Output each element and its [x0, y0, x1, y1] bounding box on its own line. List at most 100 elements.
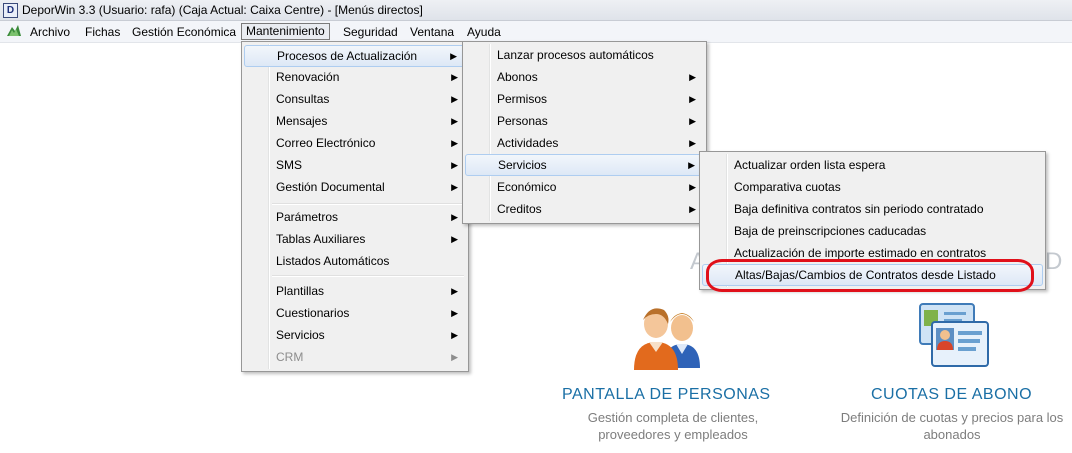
menu-gestion-economica[interactable]: Gestión Económica — [128, 24, 240, 40]
menu-item-label: Baja de preinscripciones caducadas — [734, 224, 927, 238]
menu-item-permisos[interactable]: Permisos ▶ — [465, 88, 704, 110]
tile-desc-line: Definición de cuotas y precios para los — [840, 410, 1064, 425]
submenu-arrow-icon: ▶ — [451, 138, 458, 148]
submenu-arrow-icon: ▶ — [688, 160, 695, 170]
menu-item-label: Servicios — [276, 328, 325, 342]
app-icon: D — [3, 3, 18, 18]
menu-item-personas[interactable]: Personas ▶ — [465, 110, 704, 132]
submenu-arrow-icon: ▶ — [689, 116, 696, 126]
menu-item-tablas-auxiliares[interactable]: Tablas Auxiliares ▶ — [244, 228, 466, 250]
menu-item-label: Plantillas — [276, 284, 325, 298]
submenu-arrow-icon: ▶ — [451, 286, 458, 296]
menu-seguridad[interactable]: Seguridad — [339, 24, 402, 40]
submenu-arrow-icon: ▶ — [689, 94, 696, 104]
submenu-arrow-icon: ▶ — [451, 116, 458, 126]
submenu-arrow-icon: ▶ — [451, 308, 458, 318]
people-icon[interactable] — [630, 298, 706, 372]
menu-item-label: Baja definitiva contratos sin periodo co… — [734, 202, 984, 216]
menu-item-label: Comparativa cuotas — [734, 180, 841, 194]
submenu-arrow-icon: ▶ — [451, 160, 458, 170]
menu-separator — [272, 275, 464, 277]
submenu-arrow-icon: ▶ — [451, 72, 458, 82]
id-cards-icon[interactable] — [916, 302, 992, 374]
procesos-actualizacion-submenu: Lanzar procesos automáticos Abonos ▶ Per… — [462, 41, 707, 224]
menu-fichas[interactable]: Fichas — [81, 24, 124, 40]
menu-item-label: Consultas — [276, 92, 330, 106]
menu-item-consultas[interactable]: Consultas ▶ — [244, 88, 466, 110]
menu-item-label: Listados Automáticos — [276, 254, 390, 268]
window-title: DeporWin 3.3 (Usuario: rafa) (Caja Actua… — [22, 3, 423, 17]
submenu-arrow-icon: ▶ — [451, 94, 458, 104]
mantenimiento-menu: Procesos de Actualización ▶ Renovación ▶… — [241, 41, 469, 372]
menu-item-economico[interactable]: Económico ▶ — [465, 176, 704, 198]
menu-separator — [272, 203, 464, 205]
submenu-arrow-icon: ▶ — [689, 72, 696, 82]
title-bar: D DeporWin 3.3 (Usuario: rafa) (Caja Act… — [0, 0, 1072, 21]
menu-item-label: Abonos — [497, 70, 538, 84]
menu-item-crm: CRM ▶ — [244, 346, 466, 368]
submenu-arrow-icon: ▶ — [451, 212, 458, 222]
menu-item-abonos[interactable]: Abonos ▶ — [465, 66, 704, 88]
tile-title-cuotas[interactable]: CUOTAS DE ABONO — [871, 386, 1032, 404]
menu-item-procesos-actualizacion[interactable]: Procesos de Actualización ▶ — [244, 45, 466, 67]
menu-item-correo-electronico[interactable]: Correo Electrónico ▶ — [244, 132, 466, 154]
menu-item-actividades[interactable]: Actividades ▶ — [465, 132, 704, 154]
tile-desc-line: proveedores y empleados — [598, 427, 748, 442]
menu-item-label: Parámetros — [276, 210, 339, 224]
menu-ventana[interactable]: Ventana — [406, 24, 458, 40]
menu-item-label: Gestión Documental — [276, 180, 385, 194]
menu-item-label: Actividades — [497, 136, 559, 150]
menu-item-label: Creditos — [497, 202, 542, 216]
menu-item-sms[interactable]: SMS ▶ — [244, 154, 466, 176]
tile-desc-line: abonados — [923, 427, 981, 442]
submenu-arrow-icon: ▶ — [451, 234, 458, 244]
menu-item-plantillas[interactable]: Plantillas ▶ — [244, 280, 466, 302]
menu-item-label: Procesos de Actualización — [277, 49, 418, 63]
menu-item-creditos[interactable]: Creditos ▶ — [465, 198, 704, 220]
submenu-arrow-icon: ▶ — [451, 352, 458, 362]
menu-item-label: CRM — [276, 350, 304, 364]
submenu-arrow-icon: ▶ — [451, 330, 458, 340]
menu-item-label: Cuestionarios — [276, 306, 350, 320]
submenu-arrow-icon: ▶ — [689, 182, 696, 192]
tile-title-personas[interactable]: PANTALLA DE PERSONAS — [562, 386, 771, 404]
menu-item-mensajes[interactable]: Mensajes ▶ — [244, 110, 466, 132]
menu-item-gestion-documental[interactable]: Gestión Documental ▶ — [244, 176, 466, 198]
menu-item-lanzar-procesos[interactable]: Lanzar procesos automáticos — [465, 44, 704, 66]
menu-item-servicios[interactable]: Servicios ▶ — [244, 324, 466, 346]
tile-desc-cuotas: Definición de cuotas y precios para los … — [832, 409, 1072, 443]
submenu-arrow-icon: ▶ — [451, 182, 458, 192]
menu-item-servicios[interactable]: Servicios ▶ — [465, 154, 704, 176]
menu-archivo[interactable]: Archivo — [26, 24, 74, 40]
background-heading-fragment: D — [1045, 248, 1063, 275]
menu-item-listados-automaticos[interactable]: Listados Automáticos — [244, 250, 466, 272]
menu-mantenimiento[interactable]: Mantenimiento — [241, 23, 330, 40]
submenu-arrow-icon: ▶ — [689, 138, 696, 148]
submenu-arrow-icon: ▶ — [450, 51, 457, 61]
tile-desc-personas: Gestión completa de clientes, proveedore… — [560, 409, 786, 443]
menu-item-label: Permisos — [497, 92, 548, 106]
app-menu-icon[interactable] — [6, 24, 22, 38]
menu-item-label: Actualizar orden lista espera — [734, 158, 886, 172]
menu-item-label: Servicios — [498, 158, 547, 172]
menu-item-label: Lanzar procesos automáticos — [497, 48, 654, 62]
menu-bar: Archivo Fichas Gestión Económica Manteni… — [0, 21, 1072, 43]
menu-item-label: Renovación — [276, 70, 340, 84]
menu-item-cuestionarios[interactable]: Cuestionarios ▶ — [244, 302, 466, 324]
submenu-arrow-icon: ▶ — [689, 204, 696, 214]
menu-item-parametros[interactable]: Parámetros ▶ — [244, 206, 466, 228]
menu-item-baja-definitiva-contratos[interactable]: Baja definitiva contratos sin periodo co… — [702, 198, 1043, 220]
menu-item-comparativa-cuotas[interactable]: Comparativa cuotas — [702, 176, 1043, 198]
menu-item-label: Personas — [497, 114, 548, 128]
menu-item-label: Mensajes — [276, 114, 328, 128]
menu-item-label: Correo Electrónico — [276, 136, 376, 150]
menu-item-label: SMS — [276, 158, 303, 172]
menu-item-actualizar-orden-lista-espera[interactable]: Actualizar orden lista espera — [702, 154, 1043, 176]
menu-item-renovacion[interactable]: Renovación ▶ — [244, 66, 466, 88]
menu-ayuda[interactable]: Ayuda — [463, 24, 505, 40]
highlight-annotation-ellipse — [706, 259, 1034, 292]
tile-desc-line: Gestión completa de clientes, — [587, 410, 759, 425]
menu-item-label: Económico — [497, 180, 557, 194]
menu-item-label: Tablas Auxiliares — [276, 232, 366, 246]
menu-item-baja-preinscripciones[interactable]: Baja de preinscripciones caducadas — [702, 220, 1043, 242]
